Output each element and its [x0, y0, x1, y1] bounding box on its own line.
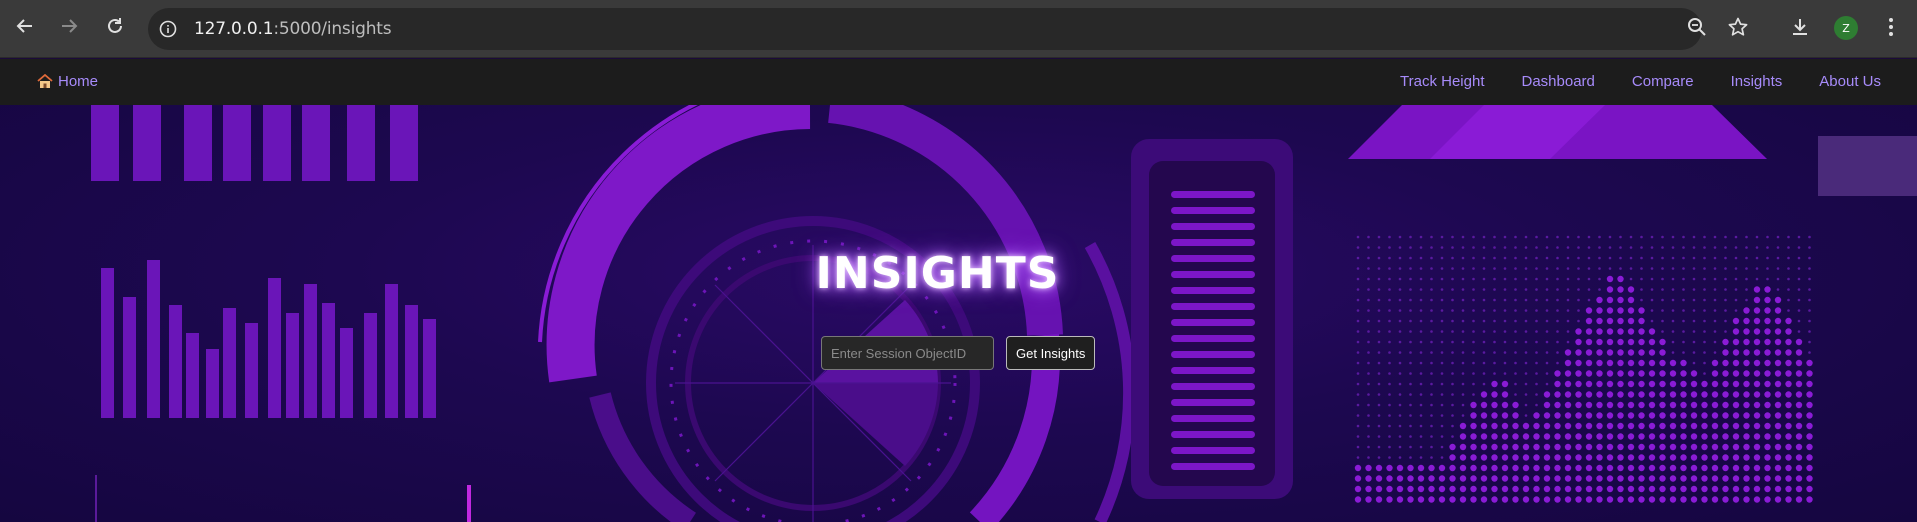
- house-icon: [37, 74, 53, 88]
- nav-link-compare[interactable]: Compare: [1632, 73, 1694, 90]
- back-icon[interactable]: [12, 13, 38, 39]
- url-path: :5000/insights: [273, 19, 392, 39]
- get-insights-button[interactable]: Get Insights: [1006, 336, 1096, 370]
- browser-toolbar: 127.0.0.1:5000/insights Z: [0, 0, 1917, 58]
- url-text: 127.0.0.1:5000/insights: [194, 19, 392, 39]
- bookmark-star-icon[interactable]: [1726, 15, 1750, 39]
- page-title: INSIGHTS: [0, 248, 1917, 299]
- decorative-background: [91, 105, 1917, 522]
- download-icon[interactable]: [1788, 15, 1812, 39]
- nav-link-about-us[interactable]: About Us: [1819, 73, 1881, 90]
- nav-link-insights[interactable]: Insights: [1731, 73, 1783, 90]
- forward-icon[interactable]: [56, 13, 82, 39]
- menu-kebab-icon[interactable]: [1879, 15, 1903, 39]
- site-navbar: Home Track Height Dashboard Compare Insi…: [0, 59, 1917, 105]
- profile-avatar[interactable]: Z: [1834, 16, 1858, 40]
- nav-link-dashboard[interactable]: Dashboard: [1522, 73, 1595, 90]
- session-id-input[interactable]: [821, 336, 994, 370]
- insights-form: Get Insights: [821, 336, 1096, 370]
- url-host: 127.0.0.1: [194, 19, 274, 39]
- nav-links: Track Height Dashboard Compare Insights …: [1400, 73, 1881, 90]
- site-info-icon[interactable]: [158, 19, 178, 39]
- page-title-text: INSIGHTS: [815, 248, 1060, 299]
- home-label: Home: [58, 73, 99, 90]
- hero-section: INSIGHTS Get Insights: [0, 105, 1917, 522]
- home-link[interactable]: Home: [37, 73, 98, 90]
- nav-link-track-height[interactable]: Track Height: [1400, 73, 1484, 90]
- reload-icon[interactable]: [102, 13, 128, 39]
- zoom-icon[interactable]: [1685, 15, 1709, 39]
- address-bar[interactable]: 127.0.0.1:5000/insights: [148, 8, 1702, 50]
